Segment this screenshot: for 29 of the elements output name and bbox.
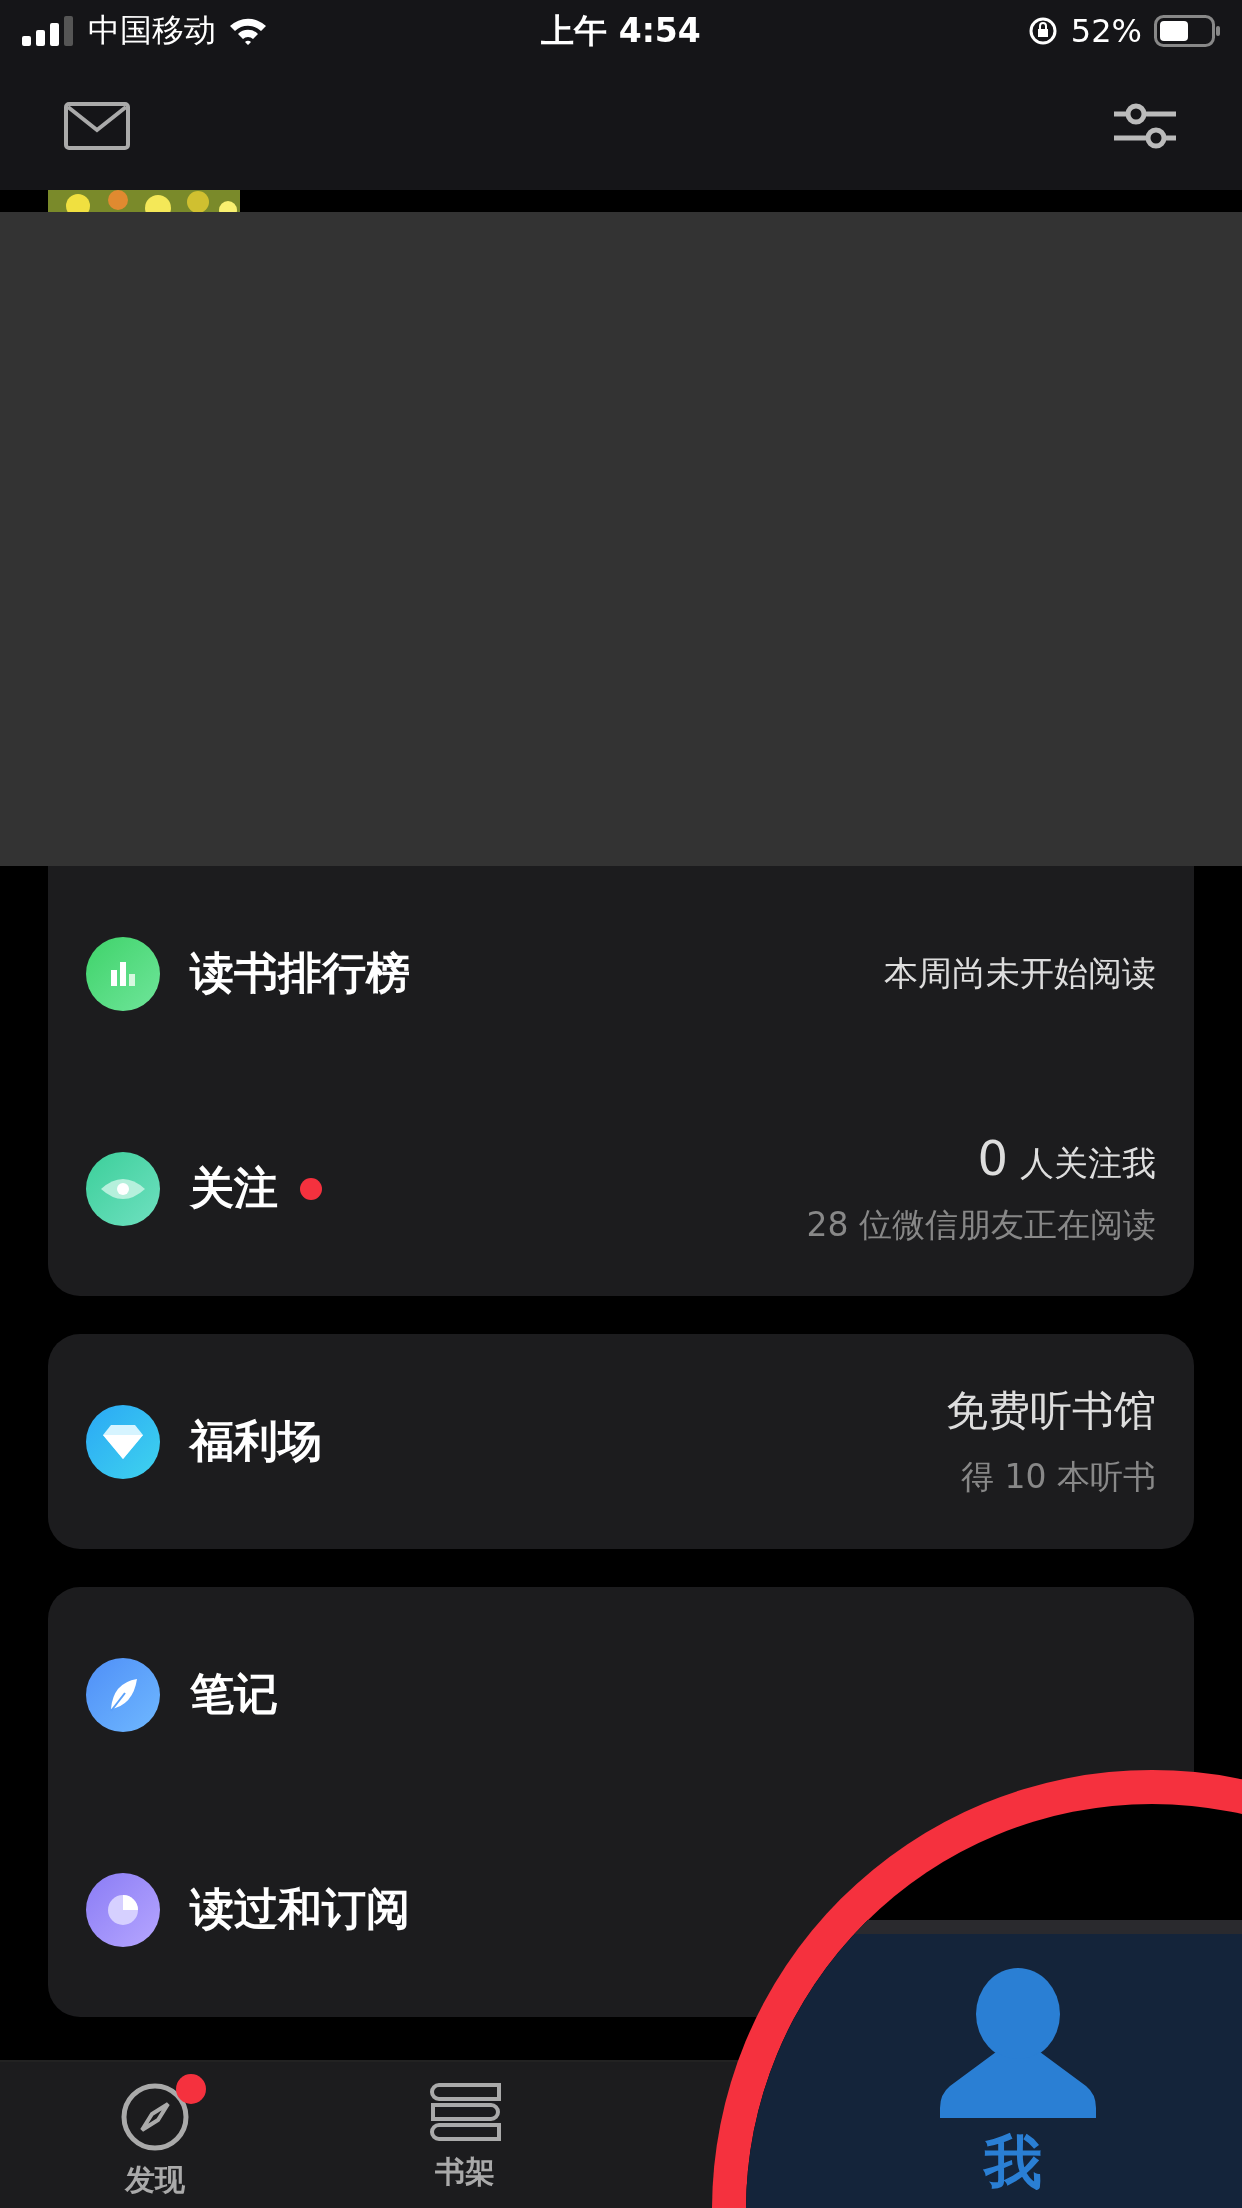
bookshelf-icon bbox=[427, 2082, 503, 2144]
follower-count: 0 bbox=[977, 1129, 1008, 1186]
menu-row[interactable]: 福利场 免费听书馆 得 10 本听书 bbox=[86, 1334, 1156, 1549]
tab-item[interactable]: 发现 bbox=[0, 2062, 310, 2208]
subtitle-text: 得 10 本听书 bbox=[961, 1456, 1156, 1498]
menu-title: 福利场 bbox=[190, 1414, 322, 1468]
tab-item[interactable]: 书架 bbox=[310, 2062, 620, 2208]
settings-icon[interactable] bbox=[1114, 102, 1176, 150]
battery-icon bbox=[1154, 15, 1220, 47]
carrier-name: 中国移动 bbox=[88, 10, 216, 51]
menu-row[interactable]: 读过和订阅 bbox=[86, 1802, 410, 2017]
subtitle-text: 28 位微信朋友正在阅读 bbox=[806, 1203, 1156, 1246]
signal-icon bbox=[22, 16, 76, 46]
menu-title: 读书排行榜 bbox=[190, 946, 410, 1000]
status-text: 本周尚未开始阅读 bbox=[884, 951, 1156, 995]
wifi-icon bbox=[228, 16, 268, 46]
menu-row[interactable]: 读书排行榜 本周尚未开始阅读 bbox=[86, 866, 1156, 1081]
clock-time: 上午 4:54 bbox=[541, 9, 701, 52]
compass-icon bbox=[120, 2082, 190, 2152]
promo-title: 免费听书馆 bbox=[946, 1385, 1156, 1437]
menu-title: 关注 bbox=[190, 1161, 278, 1215]
follower-label: 人关注我 bbox=[1020, 1141, 1156, 1185]
menu-row[interactable]: 关注 0 人关注我 28 位微信朋友正在阅读 bbox=[86, 1081, 1156, 1296]
tab-label[interactable]: 我 bbox=[984, 2124, 1042, 2202]
menu-row[interactable]: 笔记 bbox=[86, 1587, 278, 1802]
mail-icon[interactable] bbox=[64, 102, 130, 150]
menu-title: 读过和订阅 bbox=[190, 1882, 410, 1936]
battery-percent: 52% bbox=[1070, 12, 1142, 50]
menu-title: 笔记 bbox=[190, 1667, 278, 1721]
